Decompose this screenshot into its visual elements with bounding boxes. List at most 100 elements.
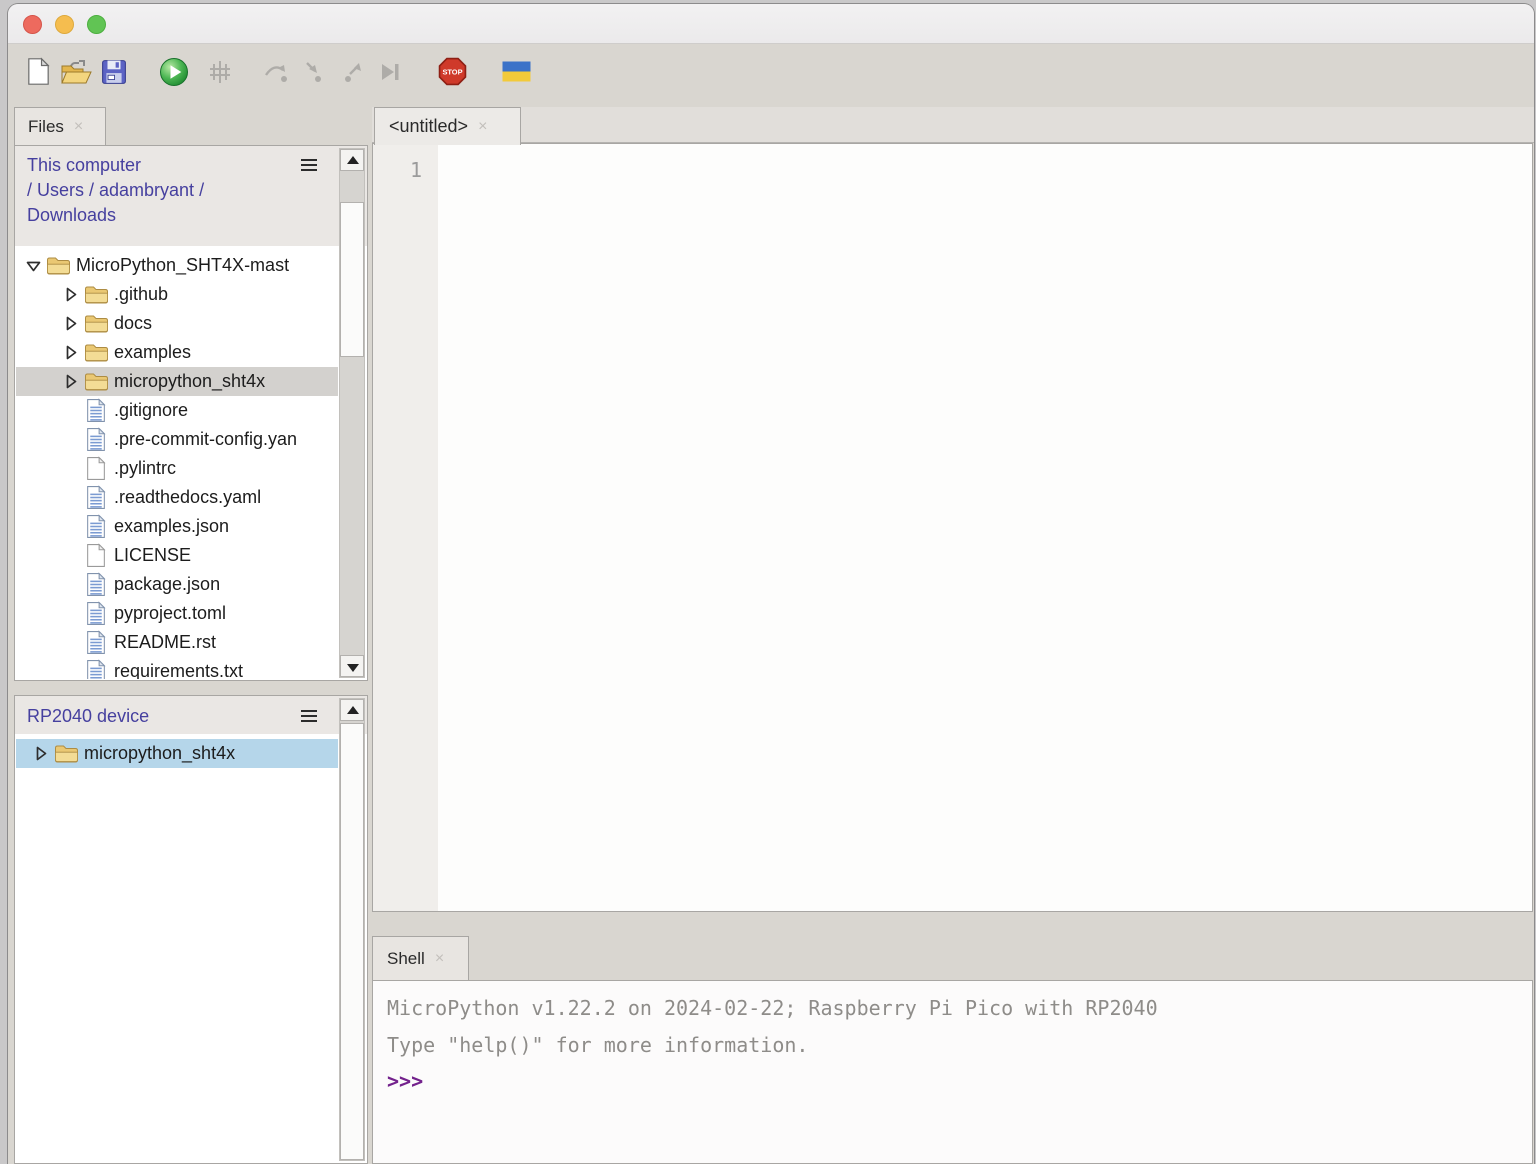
tree-item-label: .pylintrc — [114, 458, 176, 479]
tree-row[interactable]: examples — [16, 338, 338, 367]
close-window-button[interactable] — [23, 15, 42, 34]
open-file-button[interactable] — [60, 58, 92, 90]
expand-triangle-icon[interactable] — [30, 746, 52, 761]
line-number: 1 — [410, 158, 422, 182]
minimize-window-button[interactable] — [55, 15, 74, 34]
scroll-down-button[interactable] — [340, 655, 364, 677]
files-panel: This computer / Users / adambryant / Dow… — [14, 145, 368, 681]
panel-menu-button[interactable] — [301, 159, 317, 171]
stop-button[interactable]: STOP — [436, 58, 468, 90]
tree-row[interactable]: .github — [16, 280, 338, 309]
tree-item-label: LICENSE — [114, 545, 191, 566]
tree-row[interactable]: micropython_sht4x — [16, 739, 338, 768]
debug-bug-icon — [206, 58, 234, 91]
files-scrollbar[interactable] — [339, 148, 365, 678]
svg-text:STOP: STOP — [442, 68, 462, 77]
tree-item-label: micropython_sht4x — [114, 371, 265, 392]
shell-prompt[interactable]: >>> — [387, 1064, 1532, 1098]
file-lined-icon — [82, 427, 110, 452]
folder-icon — [82, 343, 110, 363]
tree-item-label: .gitignore — [114, 400, 188, 421]
title-bar[interactable] — [8, 4, 1534, 44]
step-out-icon — [339, 60, 365, 89]
file-lined-icon — [82, 572, 110, 597]
tree-item-label: examples.json — [114, 516, 229, 537]
tab-close-icon[interactable]: × — [435, 951, 444, 967]
editor-text-area[interactable] — [438, 144, 1532, 911]
expand-triangle-icon[interactable] — [22, 260, 44, 272]
tree-row[interactable]: pyproject.toml — [16, 599, 338, 628]
scroll-up-button[interactable] — [340, 699, 364, 721]
device-scrollbar[interactable] — [339, 698, 365, 1161]
file-lined-icon — [82, 398, 110, 423]
device-panel-header: RP2040 device — [15, 696, 367, 734]
expand-triangle-icon[interactable] — [60, 345, 82, 360]
tab-files-label: Files — [28, 117, 64, 137]
tab-shell[interactable]: Shell × — [372, 936, 469, 980]
open-folder-icon — [60, 58, 92, 90]
tree-item-label: pyproject.toml — [114, 603, 226, 624]
run-button[interactable] — [158, 58, 190, 90]
ukraine-flag-button[interactable] — [500, 58, 532, 90]
horizontal-sash[interactable] — [372, 912, 1534, 936]
tree-row[interactable]: package.json — [16, 570, 338, 599]
tree-row[interactable]: LICENSE — [16, 541, 338, 570]
tab-untitled-label: <untitled> — [389, 116, 468, 137]
shell-output-line: MicroPython v1.22.2 on 2024-02-22; Raspb… — [387, 990, 1532, 1027]
step-into-icon — [301, 60, 327, 89]
tree-row[interactable]: docs — [16, 309, 338, 338]
zoom-window-button[interactable] — [87, 15, 106, 34]
tree-row[interactable]: .pylintrc — [16, 454, 338, 483]
tree-row[interactable]: .gitignore — [16, 396, 338, 425]
scroll-thumb[interactable] — [340, 723, 364, 1160]
file-lined-icon — [82, 601, 110, 626]
scroll-up-button[interactable] — [340, 149, 364, 171]
tree-row[interactable]: examples.json — [16, 512, 338, 541]
save-icon — [101, 59, 127, 90]
panel-menu-button[interactable] — [301, 710, 317, 722]
expand-triangle-icon[interactable] — [60, 287, 82, 302]
file-plain-icon — [82, 543, 110, 568]
tree-row[interactable]: MicroPython_SHT4X-mast — [16, 251, 338, 280]
file-plain-icon — [82, 456, 110, 481]
step-out-button — [336, 58, 368, 90]
tab-files[interactable]: Files × — [14, 107, 106, 145]
editor-area[interactable]: 1 — [372, 143, 1533, 912]
folder-icon — [82, 314, 110, 334]
device-panel: RP2040 device micropython_sht4x — [14, 695, 368, 1164]
tree-row[interactable]: .pre-commit-config.yan — [16, 425, 338, 454]
file-lined-icon — [82, 659, 110, 679]
tab-close-icon[interactable]: × — [478, 119, 487, 135]
scroll-thumb[interactable] — [340, 202, 364, 357]
tree-row[interactable]: micropython_sht4x — [16, 367, 338, 396]
shell-output-line: Type "help()" for more information. — [387, 1027, 1532, 1064]
tree-item-label: examples — [114, 342, 191, 363]
expand-triangle-icon[interactable] — [60, 374, 82, 389]
editor-tab-strip — [372, 107, 1534, 143]
file-lined-icon — [82, 514, 110, 539]
debug-button — [204, 58, 236, 90]
resume-icon — [378, 60, 402, 89]
shell-area[interactable]: MicroPython v1.22.2 on 2024-02-22; Raspb… — [372, 980, 1533, 1164]
tree-item-label: README.rst — [114, 632, 216, 653]
resume-button — [374, 58, 406, 90]
line-number-gutter: 1 — [373, 144, 438, 911]
tree-row[interactable]: README.rst — [16, 628, 338, 657]
app-window: STOP Files × This computer / Users / ada… — [8, 4, 1534, 1164]
file-lined-icon — [82, 630, 110, 655]
tree-row[interactable]: .readthedocs.yaml — [16, 483, 338, 512]
tree-item-label: MicroPython_SHT4X-mast — [76, 255, 289, 276]
new-file-button[interactable] — [22, 58, 54, 90]
folder-icon — [52, 744, 80, 764]
ukraine-flag-icon — [502, 61, 531, 87]
expand-triangle-icon[interactable] — [60, 316, 82, 331]
run-icon — [159, 57, 189, 92]
vertical-sash[interactable] — [368, 107, 372, 1164]
tab-untitled[interactable]: <untitled> × — [374, 107, 521, 145]
save-button[interactable] — [98, 58, 130, 90]
tree-row[interactable]: requirements.txt — [16, 657, 338, 679]
tab-close-icon[interactable]: × — [74, 119, 83, 135]
files-panel-header: This computer / Users / adambryant / Dow… — [15, 146, 367, 246]
breadcrumb[interactable]: / Users / adambryant / Downloads — [27, 178, 265, 228]
tab-shell-label: Shell — [387, 949, 425, 969]
